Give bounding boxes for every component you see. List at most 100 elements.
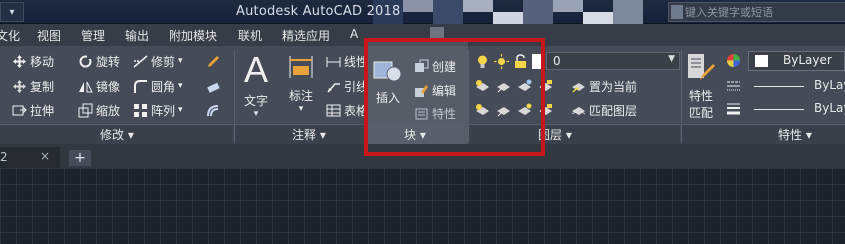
tab-view[interactable]: 视图 [37,27,61,44]
drawing-canvas[interactable] [0,168,845,244]
title-bar: ▾ Autodesk AutoCAD 2018 [0,0,845,24]
layer-on-icon [475,103,490,118]
properties-panel-title[interactable]: 特性 ▾ [778,126,812,143]
mirror-icon [78,79,93,94]
eraser-button[interactable] [206,77,221,95]
match-properties-icon [686,52,716,85]
chevron-down-icon[interactable]: ▾ [299,104,304,114]
pixelated-region [553,0,583,12]
stretch-icon [12,103,27,118]
create-block-icon [414,59,429,74]
move-icon [12,54,27,69]
pixelated-region [433,0,463,24]
modify-panel-title[interactable]: 修改 ▾ [100,126,134,143]
properties-panel-footer[interactable] [682,124,845,144]
lineweight-dropdown[interactable]: ByLayer [748,100,845,118]
layer-tools-row-2[interactable] [475,101,553,119]
layer-freeze-icon [517,79,532,94]
eraser-icon [206,79,221,94]
pixelated-region [403,0,433,12]
chevron-down-icon[interactable]: ▾ [178,105,183,115]
chevron-down-icon[interactable]: ▾ [178,81,183,91]
layer-set-current-icon [571,79,586,94]
lineweight-preview [754,109,804,110]
set-current-layer-button[interactable]: 置为当前 [571,77,637,95]
ribbon-options-icon[interactable] [430,27,444,41]
tab-output[interactable]: 输出 [125,27,149,44]
layer-lock-icon [538,79,553,94]
tab-featured-apps[interactable]: 精选应用 [282,27,330,44]
tab-annotate-partial[interactable]: 文化 [0,27,20,44]
layer-unlock-icon [538,103,553,118]
chevron-down-icon[interactable]: ▾ [178,56,183,66]
linear-dimension-button[interactable]: 线性 [326,52,368,70]
pixelated-region [613,0,643,24]
layers-panel-footer[interactable] [469,124,680,144]
tab-addins[interactable]: 附加模块 [169,27,217,44]
match-properties-button[interactable]: 特性 匹配 [686,52,716,121]
text-icon: A [244,49,269,90]
tab-manage[interactable]: 管理 [81,27,105,44]
table-button[interactable]: 表格 [326,101,368,119]
block-panel-title[interactable]: 块 ▾ [404,126,426,143]
text-button[interactable]: A 文字 ▾ [244,49,269,120]
tab-online[interactable]: 联机 [238,27,262,44]
draw-pencil-button[interactable] [206,52,221,70]
array-button[interactable]: 阵列 ▾ [133,101,183,119]
search-box[interactable] [668,2,845,22]
edit-attributes-icon [414,106,429,121]
linetype-preview [754,86,804,87]
scale-button[interactable]: 缩放 [78,101,120,119]
pixelated-region [523,0,553,24]
edit-attributes-button[interactable]: 特性 [414,104,456,122]
trim-icon [133,54,148,69]
leader-button[interactable]: 引线 [326,77,368,95]
color-dropdown[interactable]: ByLayer [748,51,845,71]
lock-icon [513,53,528,69]
insert-block-button[interactable]: 插入 [372,54,404,106]
linetype-dropdown[interactable]: ByLayer [748,77,845,95]
move-button[interactable]: 移动 [12,52,54,70]
annotation-panel-title[interactable]: 注释 ▾ [292,126,326,143]
document-tab[interactable]: 2 × [0,147,60,168]
lightbulb-icon [475,54,490,69]
stretch-button[interactable]: 拉伸 [12,101,54,119]
chevron-down-icon: ▼ [668,54,675,64]
offset-button[interactable] [206,101,221,119]
layer-tools-row-1[interactable] [475,77,553,95]
layer-thaw-icon [517,103,532,118]
trim-button[interactable]: 修剪 ▾ [133,52,183,70]
chevron-down-icon[interactable]: ▾ [254,109,259,119]
rotate-button[interactable]: 旋转 [78,52,120,70]
array-icon [133,103,148,118]
lineweight-icon [726,101,741,116]
color-swatch [755,55,768,67]
linetype-icon [726,78,741,93]
layer-isolate-icon [496,79,511,94]
copy-button[interactable]: 复制 [12,77,54,95]
create-block-button[interactable]: 创建 [414,57,456,75]
layer-unisolate-icon [496,103,511,118]
close-icon[interactable]: × [40,149,50,163]
fillet-icon [133,79,148,94]
color-wheel-icon [726,53,741,68]
quick-access-dropdown[interactable]: ▾ [0,2,24,22]
sun-icon [494,53,509,69]
search-input[interactable] [685,4,845,21]
dimension-button[interactable]: 标注 ▾ [287,52,315,114]
new-tab-button[interactable]: + [69,150,91,166]
file-tab-bar: 2 × + [0,144,845,168]
tab-partial[interactable]: A [350,27,358,41]
scale-icon [78,103,93,118]
app-title: Autodesk AutoCAD 2018 [236,4,401,19]
fillet-button[interactable]: 圆角 ▾ [133,77,183,95]
edit-block-icon [414,83,429,98]
panel-divider [366,50,367,142]
layer-state-icons[interactable] [475,52,541,70]
mirror-button[interactable]: 镜像 [78,77,120,95]
layers-panel-title[interactable]: 图层 ▾ [538,126,572,143]
edit-block-button[interactable]: 编辑 [414,81,456,99]
layer-dropdown[interactable]: 0 ▼ [546,52,680,70]
match-layer-button[interactable]: 匹配图层 [571,101,637,119]
linear-dimension-icon [326,54,341,69]
